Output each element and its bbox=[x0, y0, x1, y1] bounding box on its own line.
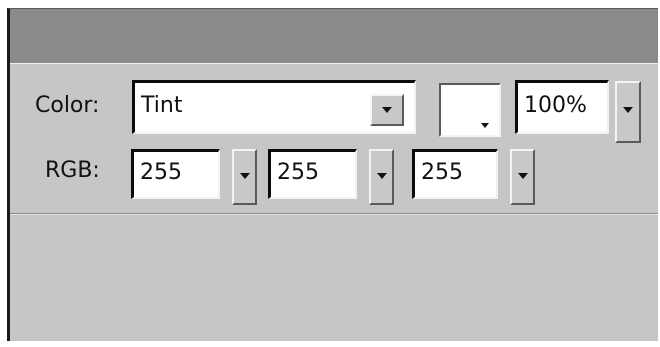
color-label: Color: bbox=[35, 93, 100, 118]
red-dropdown-button[interactable] bbox=[232, 149, 257, 205]
blue-dropdown-button[interactable] bbox=[510, 149, 535, 205]
triangle-down-icon bbox=[481, 123, 489, 128]
chevron-down-icon bbox=[382, 107, 392, 113]
alpha-dropdown-button[interactable] bbox=[615, 81, 641, 143]
chevron-down-icon bbox=[623, 107, 633, 113]
chevron-down-icon bbox=[377, 173, 387, 179]
blue-input[interactable]: 255 bbox=[412, 149, 498, 199]
panel-title-bar[interactable] bbox=[10, 9, 658, 64]
alpha-input[interactable]: 100% bbox=[515, 80, 609, 134]
color-mixer-panel: Color: Tint 100% RGB: 255 255 255 bbox=[7, 8, 658, 341]
chevron-down-icon bbox=[240, 173, 250, 179]
green-dropdown-button[interactable] bbox=[369, 149, 394, 205]
color-swatch-button[interactable] bbox=[439, 83, 501, 137]
panel-divider bbox=[10, 213, 658, 215]
chevron-down-icon bbox=[518, 173, 528, 179]
color-mode-dropdown-button[interactable] bbox=[370, 94, 404, 126]
green-input[interactable]: 255 bbox=[268, 149, 357, 199]
red-input[interactable]: 255 bbox=[131, 149, 220, 199]
rgb-label: RGB: bbox=[45, 158, 100, 183]
